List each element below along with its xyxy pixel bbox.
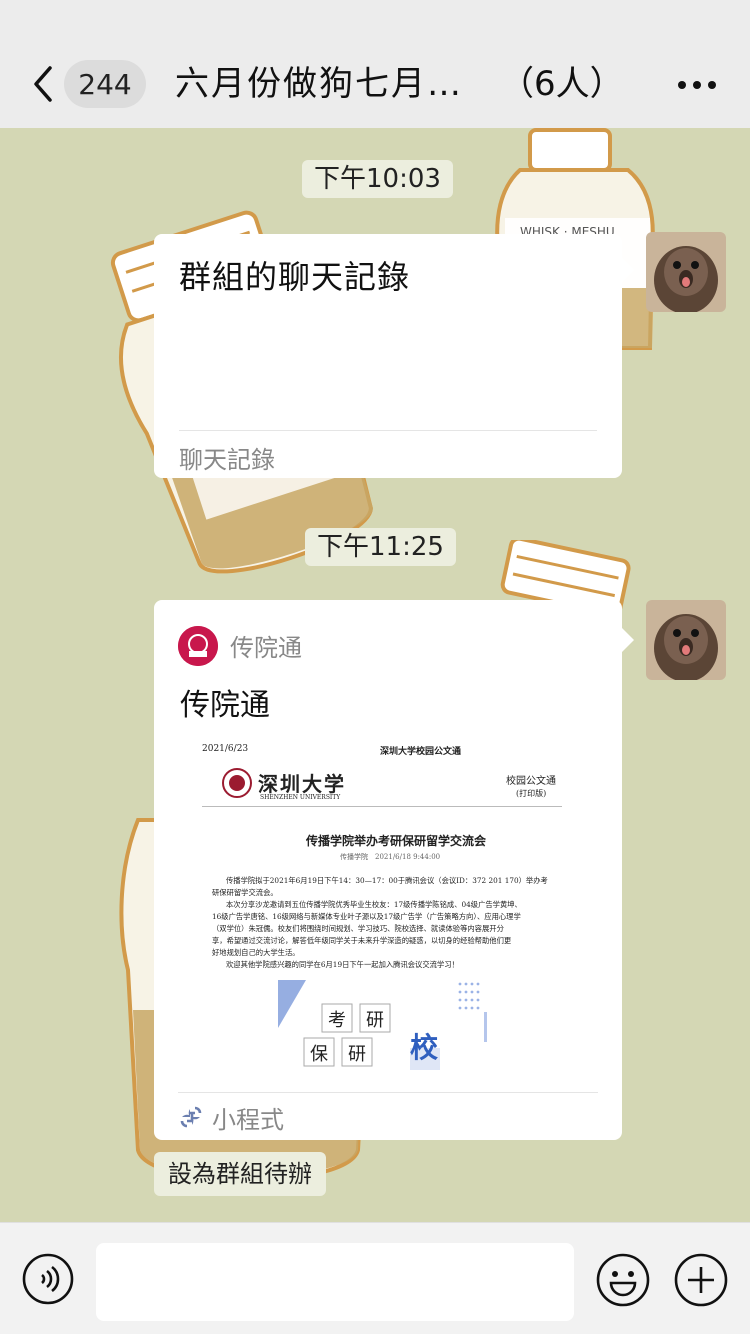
university-seal-icon — [222, 768, 252, 798]
timestamp: 下午11:25 — [305, 528, 456, 566]
doc-body-line: 16级广告学唐铭、16级网络与新媒体专业叶子源以及17级广告学（广告策略方向）、… — [212, 912, 521, 921]
doc-body-line: 传播学院拟于2021年6月19日下午14：30—17：00于腾讯会议（会议ID：… — [226, 876, 548, 885]
poster-image: 考 研 保 研 校 — [270, 978, 500, 1070]
doc-divider — [202, 806, 562, 807]
chat-record-title: 群組的聊天記錄 — [179, 258, 411, 296]
chat-record-label: 聊天記錄 — [179, 446, 275, 474]
plus-icon[interactable] — [674, 1253, 728, 1307]
avatar[interactable] — [646, 232, 726, 312]
back-icon[interactable] — [28, 62, 58, 106]
member-count: （6人） — [500, 64, 624, 104]
poster-word: 保 — [310, 1044, 328, 1065]
voice-icon[interactable] — [22, 1253, 74, 1305]
more-icon[interactable] — [672, 70, 722, 100]
timestamp: 下午10:03 — [302, 160, 453, 198]
doc-body-line: （双学位）朱冠儒。校友们将围绕时间规划、学习技巧、院校选择、就读体验等内容展开分 — [212, 924, 504, 933]
divider — [178, 1092, 598, 1093]
chat-header: 244 六月份做狗七月… （6人） — [0, 0, 750, 128]
doc-date: 2021/6/23 — [202, 744, 249, 754]
chat-title: 六月份做狗七月… — [175, 64, 463, 104]
unread-count-badge[interactable]: 244 — [64, 60, 146, 108]
mini-program-icon — [178, 1104, 204, 1130]
doc-body-line: 本次分享沙龙邀请到五位传播学院优秀毕业生校友：17级传播学陈铭成、04级广告学黄… — [226, 900, 522, 909]
bubble-tail — [622, 258, 634, 282]
doc-body-line: 欢迎其他学院感兴趣的同学在6月19日下午一起加入腾讯会议交流学习！ — [226, 960, 459, 969]
doc-print-label: (打印版) — [516, 789, 547, 798]
doc-article-title: 传播学院举办考研保研留学交流会 — [306, 834, 487, 848]
mini-program-card[interactable]: 传院通 传院通 2021/6/23 深圳大学校园公文通 深圳大学 SHENZHE… — [154, 600, 622, 1140]
emoji-icon[interactable] — [596, 1253, 650, 1307]
poster-word: 研 — [366, 1010, 384, 1031]
doc-body-line: 好地规划自己的大学生活。 — [212, 948, 300, 957]
chat-record-card[interactable]: 群組的聊天記錄 聊天記錄 — [154, 234, 622, 478]
university-name-en: SHENZHEN UNIVERSITY — [260, 794, 341, 801]
doc-body-line: 享，希望通过交流讨论，解答低年级同学关于未来升学深造的疑惑，以切身的经验帮助他们… — [212, 936, 512, 945]
doc-header-title: 深圳大学校园公文通 — [380, 747, 462, 757]
school-logo-icon — [178, 626, 218, 666]
doc-meta: 传播学院 2021/6/18 9:44:00 — [340, 853, 441, 861]
university-name: 深圳大学 — [258, 772, 346, 796]
poster-word: 考 — [328, 1010, 346, 1031]
input-bar — [0, 1222, 750, 1334]
avatar[interactable] — [646, 600, 726, 680]
mini-program-title: 传院通 — [180, 688, 270, 723]
mini-program-source: 传院通 — [230, 634, 302, 662]
mini-program-label: 小程式 — [212, 1106, 284, 1134]
poster-word: 校 — [410, 1031, 439, 1064]
doc-category: 校园公文通 — [506, 776, 556, 787]
message-input[interactable] — [96, 1243, 574, 1321]
divider — [179, 430, 597, 431]
mini-program-preview: 2021/6/23 深圳大学校园公文通 深圳大学 SHENZHEN UNIVER… — [180, 730, 596, 1070]
poster-word: 研 — [348, 1044, 366, 1065]
set-group-todo-button[interactable]: 設為群組待辦 — [154, 1152, 326, 1196]
doc-body-line: 研保研留学交流会。 — [212, 888, 278, 897]
bubble-tail — [622, 628, 634, 652]
